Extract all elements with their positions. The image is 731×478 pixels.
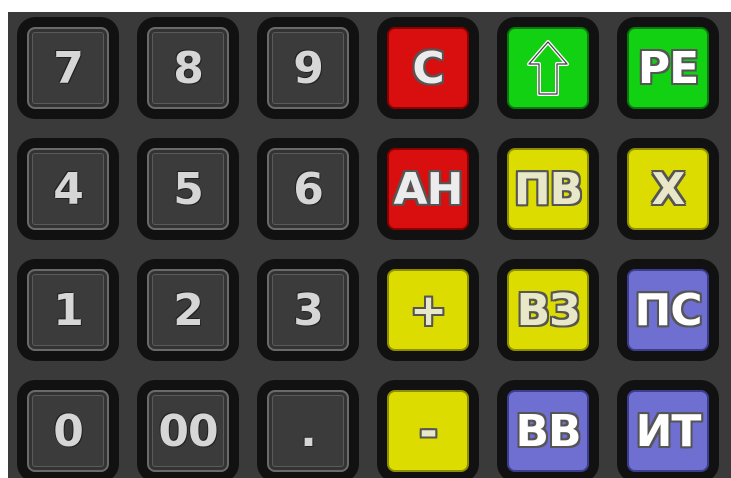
- keypad: 7 8 9 С РЕ 4 5 6 АН ПВ Х 1 2 3 + ВЗ ПС 0…: [8, 12, 731, 478]
- key-9-label: 9: [267, 27, 349, 109]
- key-ps-label: ПС: [627, 269, 709, 351]
- key-clear[interactable]: С: [377, 17, 479, 119]
- key-vz[interactable]: ВЗ: [497, 259, 599, 361]
- key-0[interactable]: 0: [17, 380, 119, 478]
- key-minus-label: -: [387, 390, 469, 472]
- key-x[interactable]: Х: [617, 138, 719, 240]
- key-3[interactable]: 3: [257, 259, 359, 361]
- key-5[interactable]: 5: [137, 138, 239, 240]
- key-an[interactable]: АН: [377, 138, 479, 240]
- key-2[interactable]: 2: [137, 259, 239, 361]
- key-00[interactable]: 00: [137, 380, 239, 478]
- key-ps[interactable]: ПС: [617, 259, 719, 361]
- key-8[interactable]: 8: [137, 17, 239, 119]
- key-vv[interactable]: ВВ: [497, 380, 599, 478]
- key-dot[interactable]: .: [257, 380, 359, 478]
- key-pe-label: РЕ: [627, 27, 709, 109]
- key-plus-label: +: [387, 269, 469, 351]
- key-an-label: АН: [387, 148, 469, 230]
- key-8-label: 8: [147, 27, 229, 109]
- key-it[interactable]: ИТ: [617, 380, 719, 478]
- key-9[interactable]: 9: [257, 17, 359, 119]
- key-00-label: 00: [147, 390, 229, 472]
- key-minus[interactable]: -: [377, 380, 479, 478]
- key-vv-label: ВВ: [507, 390, 589, 472]
- key-6-label: 6: [267, 148, 349, 230]
- key-it-label: ИТ: [627, 390, 709, 472]
- up-arrow-icon: [507, 27, 589, 109]
- key-x-label: Х: [627, 148, 709, 230]
- key-dot-label: .: [267, 390, 349, 472]
- key-1[interactable]: 1: [17, 259, 119, 361]
- key-4[interactable]: 4: [17, 138, 119, 240]
- key-6[interactable]: 6: [257, 138, 359, 240]
- key-pe[interactable]: РЕ: [617, 17, 719, 119]
- key-1-label: 1: [27, 269, 109, 351]
- key-2-label: 2: [147, 269, 229, 351]
- key-pv[interactable]: ПВ: [497, 138, 599, 240]
- key-clear-label: С: [387, 27, 469, 109]
- key-pv-label: ПВ: [507, 148, 589, 230]
- key-plus[interactable]: +: [377, 259, 479, 361]
- key-0-label: 0: [27, 390, 109, 472]
- key-4-label: 4: [27, 148, 109, 230]
- key-7[interactable]: 7: [17, 17, 119, 119]
- key-5-label: 5: [147, 148, 229, 230]
- key-up[interactable]: [497, 17, 599, 119]
- key-vz-label: ВЗ: [507, 269, 589, 351]
- key-3-label: 3: [267, 269, 349, 351]
- key-7-label: 7: [27, 27, 109, 109]
